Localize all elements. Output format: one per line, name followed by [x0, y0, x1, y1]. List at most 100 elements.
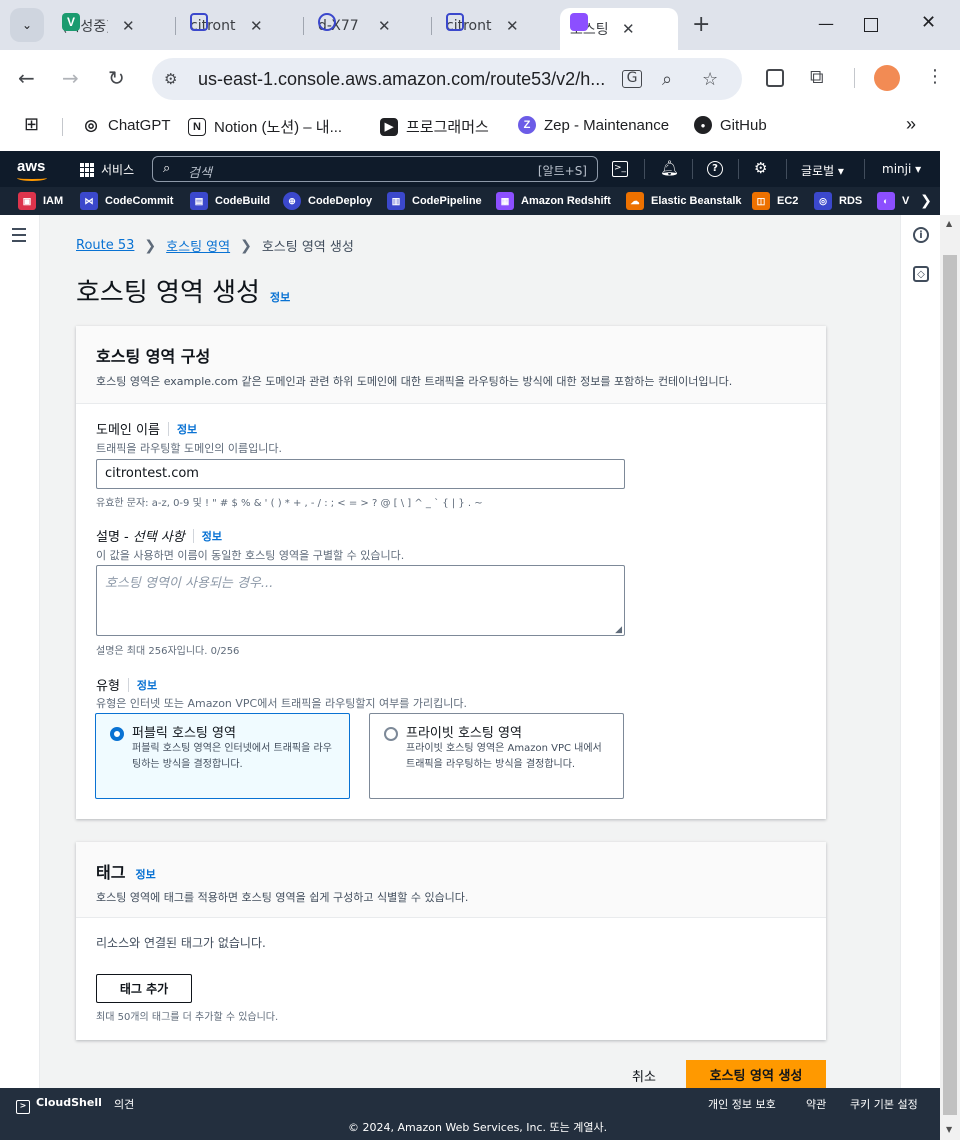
close-tab-icon[interactable]: ✕ — [378, 17, 391, 35]
favorites-scroll-right-icon[interactable]: ❯ — [912, 187, 940, 215]
aws-logo[interactable]: aws — [17, 158, 47, 181]
vlog-favicon-icon: V — [62, 13, 80, 31]
create-hosted-zone-button[interactable]: 호스팅 영역 생성 — [686, 1060, 826, 1088]
chevron-right-icon: ❯ — [144, 237, 157, 254]
info-panel-icon[interactable]: i — [913, 227, 929, 243]
domain-name-input[interactable]: citrontest.com — [96, 459, 625, 489]
bookmark-label: GitHub — [720, 116, 767, 134]
minimize-icon[interactable]: — — [818, 14, 834, 33]
favorite-codepipeline[interactable]: ▥ CodePipeline — [387, 192, 482, 210]
browser-toolbar: ← → ↻ ⚙ us-east-1.console.aws.amazon.com… — [0, 50, 960, 106]
region-selector[interactable]: 글로벌 ▾ — [801, 162, 844, 179]
browser-tab[interactable]: d-X77 ✕ — [308, 8, 401, 44]
services-label: 서비스 — [101, 163, 135, 177]
address-bar[interactable]: ⚙ us-east-1.console.aws.amazon.com/route… — [152, 58, 742, 100]
tags-description: 호스팅 영역에 태그를 적용하면 호스팅 영역을 쉽게 구성하고 식별할 수 있… — [96, 891, 469, 904]
radio-unselected[interactable] — [384, 727, 398, 741]
browser-tab-active[interactable]: 호스팅 영역 ✕ — [560, 8, 678, 50]
account-menu[interactable]: minji ▾ — [882, 162, 921, 176]
bookmark-zep[interactable]: Z Zep - Maintenance — [518, 116, 669, 134]
notifications-bell-icon[interactable]: 🔔︎ — [660, 159, 679, 177]
browser-tab[interactable]: citrontest ✕ — [436, 8, 529, 44]
favorite-rds[interactable]: ◎ RDS — [814, 192, 862, 210]
favorite-codecommit[interactable]: ⋈ CodeCommit — [80, 192, 173, 210]
favorite-codebuild[interactable]: ▤ CodeBuild — [190, 192, 270, 210]
favorite-redshift[interactable]: ▦ Amazon Redshift — [496, 192, 611, 210]
close-tab-icon[interactable]: ✕ — [250, 17, 263, 35]
reload-icon[interactable]: ↻ — [108, 66, 125, 90]
reading-list-icon[interactable] — [766, 69, 784, 87]
scroll-down-icon[interactable]: ▼ — [946, 1125, 952, 1134]
aws-search-input[interactable]: ⌕ 검색 [알트+S] — [152, 156, 598, 182]
favorite-label: CodeCommit — [105, 195, 174, 207]
description-textarea[interactable]: 호스팅 영역이 사용되는 경우... ◢ — [96, 565, 625, 636]
favorite-label: IAM — [43, 195, 64, 207]
profile-avatar[interactable] — [874, 65, 900, 91]
aws-smile-icon — [17, 175, 47, 181]
browser-tab[interactable]: citrontest ✕ — [180, 8, 273, 44]
breadcrumb-hosted-zones-link[interactable]: 호스팅 영역 — [166, 236, 230, 255]
more-bookmarks-icon[interactable]: » — [906, 114, 916, 135]
favorite-ec2[interactable]: ◫ EC2 — [752, 192, 798, 210]
panel-header: 호스팅 영역 구성 호스팅 영역은 example.com 같은 도메인과 관련… — [76, 326, 826, 404]
private-hosted-zone-option[interactable]: 프라이빗 호스팅 영역 프라이빗 호스팅 영역은 Amazon VPC 내에서 … — [369, 713, 624, 799]
forward-icon[interactable]: → — [62, 66, 79, 90]
domain-info-link[interactable]: 정보 — [177, 421, 197, 437]
type-info-link[interactable]: 정보 — [137, 677, 157, 693]
favorite-label: V — [902, 195, 910, 207]
page-info-link[interactable]: 정보 — [270, 289, 290, 305]
bookmark-programmers[interactable]: ▶ 프로그래머스 — [380, 116, 489, 137]
bookmark-label: Zep - Maintenance — [544, 116, 670, 134]
panel-title-text: 호스팅 영역 구성 — [96, 347, 211, 366]
terms-link[interactable]: 약관 — [806, 1096, 826, 1112]
cookie-preferences-link[interactable]: 쿠키 기본 설정 — [850, 1096, 918, 1112]
close-tab-icon[interactable]: ✕ — [122, 17, 135, 35]
extensions-icon[interactable]: ⧉ — [810, 66, 824, 88]
site-settings-icon[interactable]: ⚙ — [164, 70, 177, 88]
bookmark-notion[interactable]: N Notion (노션) – 내... — [188, 116, 342, 137]
public-hosted-zone-option[interactable]: 퍼블릭 호스팅 영역 퍼블릭 호스팅 영역은 인터넷에서 트래픽을 라우팅하는 … — [95, 713, 350, 799]
tags-info-link[interactable]: 정보 — [135, 866, 155, 882]
favorite-elastic-beanstalk[interactable]: ☁ Elastic Beanstalk — [626, 192, 742, 210]
scroll-thumb[interactable] — [943, 255, 957, 1115]
radio-selected[interactable] — [110, 727, 124, 741]
bookmark-star-icon[interactable]: ☆ — [702, 69, 718, 90]
services-menu-button[interactable]: 서비스 — [80, 161, 134, 178]
page-scrollbar[interactable]: ▲ ▼ — [940, 215, 960, 1140]
settings-gear-icon[interactable]: ⚙ — [754, 159, 767, 177]
privacy-link[interactable]: 개인 정보 보호 — [708, 1096, 776, 1112]
feedback-link[interactable]: 의견 — [114, 1096, 134, 1112]
description-info-link[interactable]: 정보 — [202, 528, 222, 544]
cloudshell-link[interactable]: > CloudShell — [16, 1096, 102, 1114]
favorite-codedeploy[interactable]: ⊕ CodeDeploy — [283, 192, 372, 210]
bookmark-github[interactable]: ● GitHub — [694, 116, 767, 134]
browser-tab[interactable]: V (작성중) ✕ — [52, 8, 145, 44]
add-tag-button[interactable]: 태그 추가 — [96, 974, 192, 1003]
cancel-button[interactable]: 취소 — [632, 1066, 656, 1085]
zoom-icon[interactable]: ⌕ — [662, 69, 672, 90]
close-tab-icon[interactable]: ✕ — [622, 20, 635, 38]
close-window-icon[interactable]: ✕ — [921, 12, 936, 33]
scroll-up-icon[interactable]: ▲ — [946, 219, 952, 228]
bookmark-chatgpt[interactable]: ◎ ChatGPT — [82, 116, 170, 135]
favorite-truncated[interactable]: ◐ V — [877, 192, 909, 210]
help-icon[interactable]: ? — [707, 161, 723, 177]
new-tab-icon[interactable]: + — [692, 12, 710, 37]
translate-icon[interactable]: G — [622, 70, 642, 88]
panel-title: 호스팅 영역 구성 — [96, 343, 806, 367]
description-char-count: 설명은 최대 256자입니다. 0/256 — [96, 646, 240, 657]
apps-grid-icon[interactable]: ⊞ — [24, 114, 39, 135]
maximize-icon[interactable] — [864, 18, 878, 32]
navigation-menu-icon[interactable] — [12, 228, 26, 246]
back-icon[interactable]: ← — [18, 66, 35, 90]
resize-handle-icon[interactable]: ◢ — [615, 625, 622, 635]
breadcrumb-route53-link[interactable]: Route 53 — [76, 238, 134, 253]
cloudshell-icon[interactable]: >_ — [612, 161, 628, 177]
breadcrumb: Route 53 ❯ 호스팅 영역 ❯ 호스팅 영역 생성 — [76, 236, 354, 256]
tags-title-text: 태그 — [96, 863, 126, 882]
favorite-iam[interactable]: ▣ IAM — [18, 192, 63, 210]
close-tab-icon[interactable]: ✕ — [506, 17, 519, 35]
menu-kebab-icon[interactable]: ⋮ — [926, 66, 944, 87]
amazon-q-icon[interactable]: ◇ — [913, 266, 929, 282]
tab-search-button[interactable]: ⌄ — [10, 8, 44, 42]
